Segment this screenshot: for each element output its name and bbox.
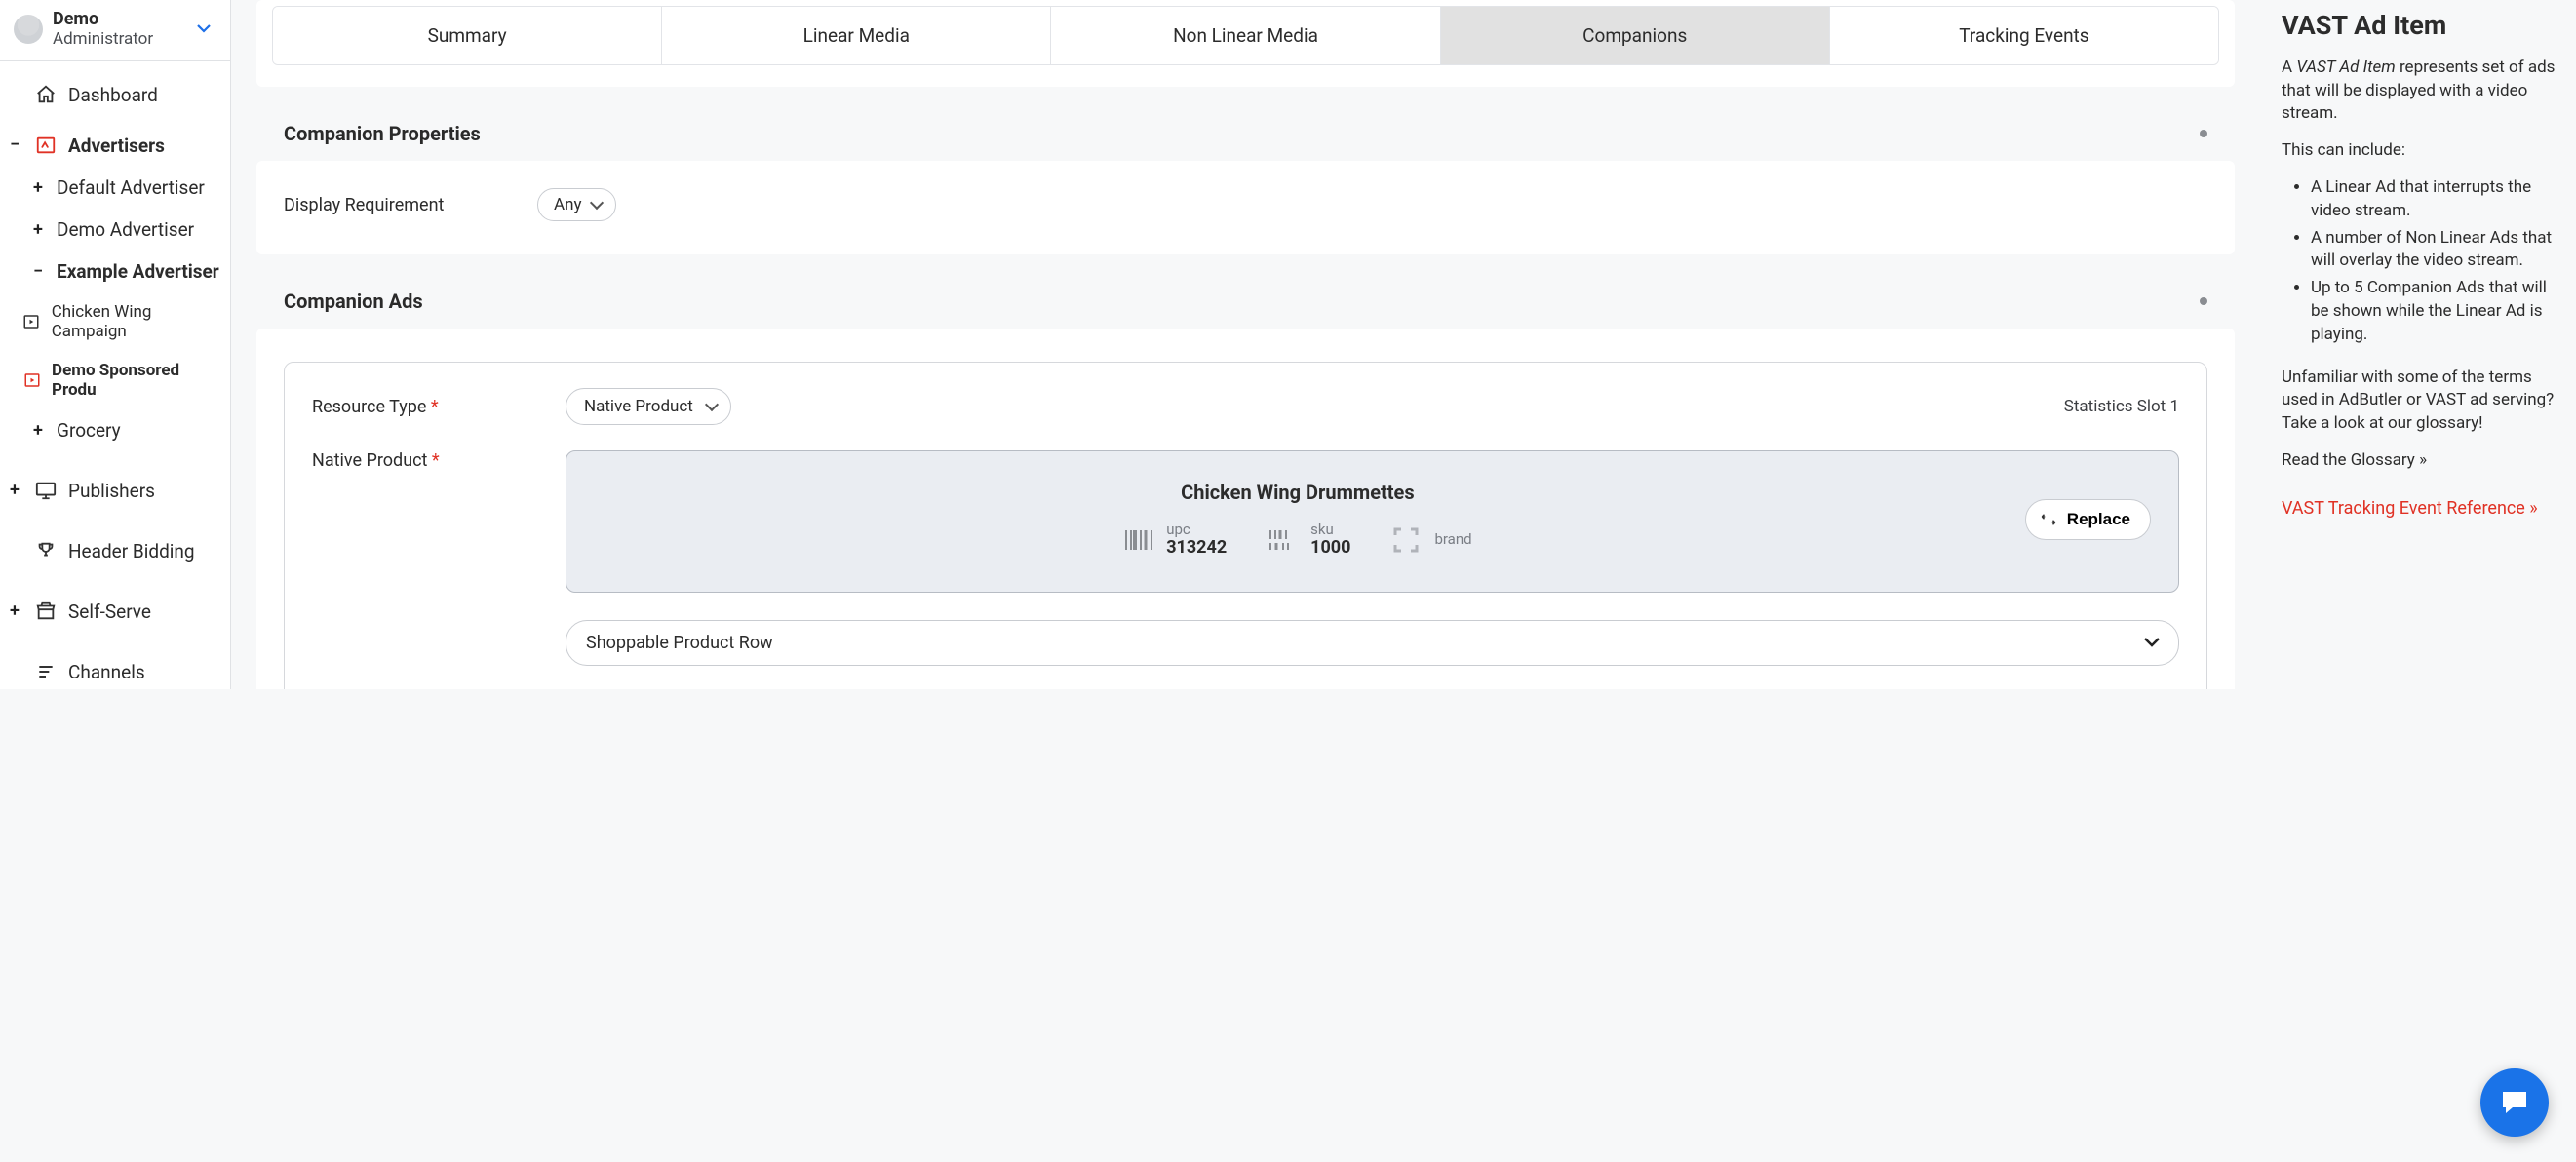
select-value: Shoppable Product Row <box>586 633 773 653</box>
play-icon <box>21 369 42 391</box>
sidebar-item-label: Advertisers <box>68 135 165 157</box>
glossary-link[interactable]: Read the Glossary » <box>2282 450 2427 470</box>
sidebar-item-grocery[interactable]: + Grocery <box>0 409 230 451</box>
chevron-down-icon[interactable] <box>189 21 218 37</box>
sidebar-item-label: Channels <box>68 661 145 683</box>
collapse-dot-icon <box>2200 130 2207 137</box>
sidebar-item-label: Publishers <box>68 480 155 502</box>
sidebar-nav: Dashboard − Advertisers + Default Advert… <box>0 61 230 689</box>
replace-button[interactable]: Replace <box>2025 499 2151 540</box>
list-icon <box>33 660 59 683</box>
minus-icon: − <box>6 136 23 154</box>
required-indicator: * <box>431 397 439 417</box>
sidebar-item-default-advertiser[interactable]: + Default Advertiser <box>0 167 230 209</box>
tab-summary[interactable]: Summary <box>273 7 662 64</box>
monitor-icon <box>33 479 59 502</box>
store-icon <box>33 600 59 623</box>
tabs: Summary Linear Media Non Linear Media Co… <box>272 6 2219 65</box>
tab-non-linear-media[interactable]: Non Linear Media <box>1051 7 1440 64</box>
barcode-icon <box>1123 525 1156 555</box>
select-value: Native Product <box>584 397 693 416</box>
required-indicator: * <box>432 450 440 471</box>
plus-icon: + <box>29 221 47 239</box>
sidebar-item-label: Demo Sponsored Produ <box>52 361 220 400</box>
plus-icon: + <box>29 422 47 440</box>
section-companion-ads[interactable]: Companion Ads <box>256 274 2235 329</box>
companion-ad-card: Resource Type * Native Product Statistic… <box>284 362 2207 689</box>
avatar <box>14 15 43 44</box>
sidebar-item-example-advertiser[interactable]: − Example Advertiser <box>0 251 230 292</box>
sidebar-item-label: Dashboard <box>68 84 158 106</box>
sidebar-item-label: Example Advertiser <box>57 260 219 283</box>
user-name: Demo <box>53 10 189 30</box>
sidebar-item-demo-sponsored[interactable]: Demo Sponsored Produ <box>0 351 230 409</box>
plus-icon: + <box>6 602 23 620</box>
tab-companions[interactable]: Companions <box>1441 7 1830 64</box>
help-title: VAST Ad Item <box>2282 8 2558 45</box>
sidebar-item-advertisers[interactable]: − Advertisers <box>0 124 230 167</box>
sidebar-item-label: Demo Advertiser <box>57 218 194 241</box>
user-menu[interactable]: Demo Administrator <box>0 0 230 61</box>
plus-icon: + <box>6 482 23 499</box>
tab-linear-media[interactable]: Linear Media <box>662 7 1051 64</box>
sidebar-item-chicken-campaign[interactable]: Chicken Wing Campaign <box>0 292 230 351</box>
sidebar-item-demo-advertiser[interactable]: + Demo Advertiser <box>0 209 230 251</box>
help-p2: This can include: <box>2282 139 2558 163</box>
statistics-slot-label: Statistics Slot 1 <box>2064 397 2179 416</box>
help-li: A number of Non Linear Ads that will ove… <box>2311 227 2558 274</box>
sidebar-item-label: Header Bidding <box>68 540 195 562</box>
fullscreen-icon <box>1391 525 1425 555</box>
product-brand: brand <box>1391 525 1471 555</box>
sidebar-item-header-bidding[interactable]: Header Bidding <box>0 529 230 572</box>
resource-type-select[interactable]: Native Product <box>566 388 731 425</box>
play-icon <box>21 311 42 332</box>
user-role: Administrator <box>53 30 189 50</box>
sidebar-item-label: Grocery <box>57 419 121 442</box>
help-li: Up to 5 Companion Ads that will be shown… <box>2311 277 2558 346</box>
select-value: Any <box>554 195 582 214</box>
tab-tracking-events[interactable]: Tracking Events <box>1830 7 2218 64</box>
plus-icon: + <box>29 179 47 197</box>
product-sku: sku 1000 <box>1268 522 1350 559</box>
advertiser-icon <box>33 134 59 157</box>
minus-icon: − <box>29 263 47 281</box>
barcode-icon <box>1268 525 1301 555</box>
sidebar-item-label: Default Advertiser <box>57 176 205 199</box>
sidebar-item-label: Chicken Wing Campaign <box>52 302 220 341</box>
help-p1: A VAST Ad Item represents set of ads tha… <box>2282 57 2558 126</box>
help-li: A Linear Ad that interrupts the video st… <box>2311 176 2558 223</box>
collapse-dot-icon <box>2200 297 2207 305</box>
sidebar: Demo Administrator Dashboard − Advertise… <box>0 0 231 689</box>
product-title: Chicken Wing Drummettes <box>594 481 2002 504</box>
label-native-product: Native Product <box>312 450 427 471</box>
sidebar-item-publishers[interactable]: + Publishers <box>0 469 230 512</box>
section-title: Companion Properties <box>284 122 481 145</box>
sidebar-item-label: Self-Serve <box>68 600 151 623</box>
tracking-reference-link[interactable]: VAST Tracking Event Reference » <box>2282 496 2558 521</box>
sidebar-item-self-serve[interactable]: + Self-Serve <box>0 590 230 633</box>
help-p3: Unfamiliar with some of the terms used i… <box>2282 367 2558 436</box>
section-title: Companion Ads <box>284 290 423 313</box>
product-upc: upc 313242 <box>1123 522 1227 559</box>
sidebar-item-channels[interactable]: Channels <box>0 650 230 689</box>
chat-fab[interactable] <box>2480 1068 2549 1137</box>
trophy-icon <box>33 539 59 562</box>
help-list: A Linear Ad that interrupts the video st… <box>2282 176 2558 347</box>
sidebar-item-dashboard[interactable]: Dashboard <box>0 73 230 116</box>
help-panel: VAST Ad Item A VAST Ad Item represents s… <box>2260 0 2576 689</box>
section-companion-properties[interactable]: Companion Properties <box>256 106 2235 161</box>
display-requirement-select[interactable]: Any <box>537 188 616 221</box>
label-display-requirement: Display Requirement <box>284 195 537 215</box>
home-icon <box>33 83 59 106</box>
main: Summary Linear Media Non Linear Media Co… <box>231 0 2260 689</box>
label-resource-type: Resource Type <box>312 397 426 417</box>
chevron-down-icon <box>2143 637 2161 648</box>
native-product-card: Chicken Wing Drummettes upc 313242 <box>566 450 2179 593</box>
row-type-select[interactable]: Shoppable Product Row <box>566 620 2179 666</box>
chat-icon <box>2499 1088 2530 1117</box>
